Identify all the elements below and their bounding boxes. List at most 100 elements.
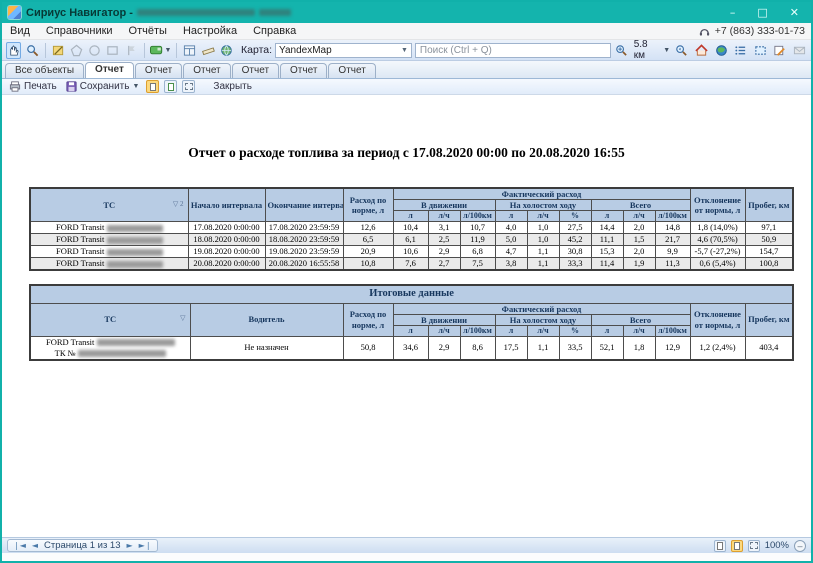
toolbar-separator [176, 43, 177, 58]
unit-header: л [393, 325, 428, 336]
zoom-level: 100% [765, 540, 789, 551]
list-panel-icon[interactable] [733, 42, 749, 59]
zoom-previous-icon[interactable] [674, 42, 690, 59]
unit-header: % [559, 325, 591, 336]
home-icon[interactable] [694, 42, 710, 59]
group-header-actual: Фактический расход [393, 188, 690, 200]
floppy-icon [66, 81, 77, 92]
totals-table: Итоговые данные ТС ▽ Водитель Расход по … [29, 284, 794, 361]
col-header-tc[interactable]: ТС ▽ [30, 303, 190, 336]
chevron-down-icon[interactable]: ▼ [663, 47, 670, 54]
main-toolbar: ▼ Карта: YandexMap ▼ 5.8 км ▼ [2, 40, 811, 61]
redacted-plate [97, 339, 175, 346]
tab-all-objects[interactable]: Все объекты [5, 63, 84, 78]
close-icon[interactable]: ✕ [790, 2, 799, 23]
col-header-deviation: Отклонение от нормы, л [690, 188, 745, 221]
col-header-tc[interactable]: ТС ▽ 2 [30, 188, 188, 221]
group-header-moving: В движении [393, 200, 495, 211]
col-header-mileage: Пробег, км [745, 303, 793, 336]
edit-map-icon[interactable] [51, 42, 66, 59]
page-icon [150, 83, 156, 91]
unit-header: л [591, 211, 623, 222]
grid-view-icon[interactable] [182, 42, 197, 59]
table-row: FORD Transit 20.08.2020 0:00:00 20.08.20… [30, 257, 793, 270]
print-button[interactable]: Печать [7, 81, 59, 92]
page-indicator: Страница 1 из 13 [44, 540, 121, 551]
first-page-button[interactable]: ❘◄ [13, 539, 26, 552]
close-report-button[interactable]: Закрыть [213, 81, 252, 92]
last-page-button[interactable]: ►❘ [139, 539, 152, 552]
rect-select-icon [105, 42, 120, 59]
menu-help[interactable]: Справка [245, 23, 304, 40]
unit-header: л/ч [428, 325, 460, 336]
menu-directories[interactable]: Справочники [38, 23, 121, 40]
tab-report-active[interactable]: Отчет [85, 62, 134, 78]
edit-note-icon[interactable] [772, 42, 788, 59]
unit-header: л/100км [655, 325, 690, 336]
table-row: FORD Transit 17.08.2020 0:00:00 17.08.20… [30, 221, 793, 233]
printer-icon [9, 81, 21, 92]
chevron-down-icon[interactable]: ▼ [132, 83, 139, 90]
page-icon [168, 83, 174, 91]
ruler-icon[interactable] [201, 42, 216, 59]
group-header-total: Всего [591, 200, 690, 211]
view-continuous-button[interactable] [164, 80, 177, 93]
zoom-tool-icon[interactable] [24, 42, 39, 59]
zoom-in-icon[interactable] [614, 42, 630, 59]
pager: ❘◄ ◄ Страница 1 из 13 ► ►❘ [7, 539, 158, 552]
search-input[interactable] [415, 43, 611, 58]
route-globe-icon[interactable] [219, 42, 234, 59]
zoom-out-icon[interactable]: – [794, 540, 806, 552]
tab-report-5[interactable]: Отчет [280, 63, 327, 78]
previous-page-button[interactable]: ◄ [32, 539, 38, 552]
report-toolbar: Печать Сохранить ▼ Закрыть [2, 79, 811, 95]
unit-header: % [559, 211, 591, 222]
redacted-plate [107, 249, 163, 256]
save-button[interactable]: Сохранить ▼ [64, 81, 142, 92]
view-fit-button[interactable] [182, 80, 195, 93]
pan-hand-icon[interactable] [6, 42, 21, 59]
minimize-icon[interactable]: – [730, 2, 736, 23]
tab-report-4[interactable]: Отчет [232, 63, 279, 78]
maximize-icon[interactable]: □ [757, 2, 767, 23]
globe-icon[interactable] [713, 42, 729, 59]
col-header-norm: Расход по норме, л [343, 188, 393, 221]
menu-settings[interactable]: Настройка [175, 23, 245, 40]
circle-select-icon [87, 42, 102, 59]
map-label: Карта: [241, 44, 272, 56]
tab-report-6[interactable]: Отчет [328, 63, 375, 78]
message-icon [791, 42, 807, 59]
toolbar-separator [45, 43, 46, 58]
map-scale-value[interactable]: 5.8 км [634, 39, 660, 61]
page-icon [717, 542, 723, 550]
chevron-down-icon: ▼ [401, 47, 408, 54]
redacted-company-suffix [259, 9, 291, 16]
fit-page-icon [750, 542, 758, 549]
menu-bar: Вид Справочники Отчёты Настройка Справка… [2, 23, 811, 40]
tab-strip: Все объекты Отчет Отчет Отчет Отчет Отче… [2, 61, 811, 79]
unit-header: л/ч [623, 325, 655, 336]
unit-header: л/ч [623, 211, 655, 222]
map-select[interactable]: YandexMap ▼ [275, 43, 412, 58]
polygon-select-icon [69, 42, 84, 59]
select-area-icon[interactable] [752, 42, 768, 59]
next-page-button[interactable]: ► [127, 539, 133, 552]
menu-reports[interactable]: Отчёты [121, 23, 175, 40]
unit-header: л [393, 211, 428, 222]
zoom-whole-page-button[interactable] [731, 540, 743, 552]
status-bar: ❘◄ ◄ Страница 1 из 13 ► ►❘ 100% – [2, 537, 811, 553]
redacted-plate [107, 225, 163, 232]
tab-report-2[interactable]: Отчет [135, 63, 182, 78]
menu-view[interactable]: Вид [2, 23, 38, 40]
redacted-card-number [78, 350, 166, 357]
zoom-fit-button[interactable] [748, 540, 760, 552]
sort-arrow-icon: ▽ [173, 200, 178, 208]
vehicles-layer-icon[interactable]: ▼ [150, 42, 172, 59]
group-header-total: Всего [591, 314, 690, 325]
view-single-page-button[interactable] [146, 80, 159, 93]
table-row: FORD Transit 19.08.2020 0:00:00 19.08.20… [30, 245, 793, 257]
unit-header: л [495, 325, 527, 336]
tab-report-3[interactable]: Отчет [183, 63, 230, 78]
zoom-page-width-button[interactable] [714, 540, 726, 552]
app-window: Сириус Навигатор - – □ ✕ Вид Справочники… [0, 0, 813, 563]
